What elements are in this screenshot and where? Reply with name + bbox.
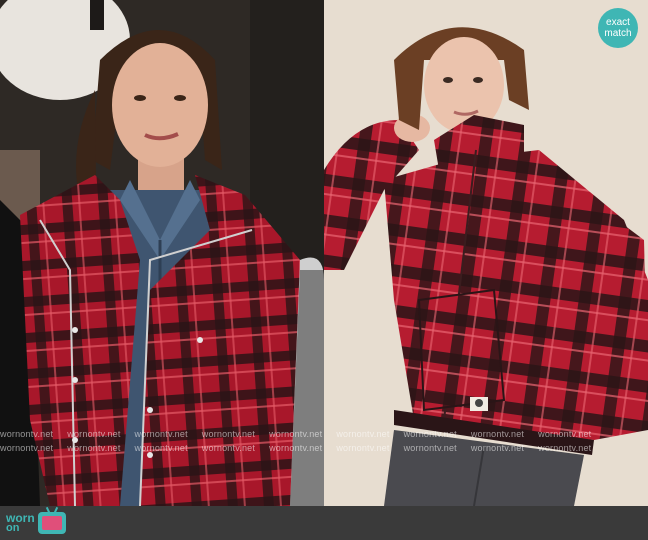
badge-line-1: exact bbox=[606, 17, 630, 28]
tv-icon bbox=[37, 512, 66, 534]
exact-match-badge[interactable]: exact match bbox=[598, 8, 638, 48]
left-photo bbox=[0, 0, 324, 506]
right-photo bbox=[324, 0, 648, 506]
footer-bar: worn on bbox=[0, 506, 648, 540]
tv-screen bbox=[41, 516, 62, 530]
logo-words: worn on bbox=[6, 512, 35, 534]
right-photo-illustration bbox=[324, 0, 648, 506]
logo-word-on: on bbox=[6, 522, 20, 534]
site-logo[interactable]: worn on bbox=[6, 512, 66, 534]
badge-line-2: match bbox=[604, 28, 632, 39]
left-photo-illustration bbox=[0, 0, 324, 506]
